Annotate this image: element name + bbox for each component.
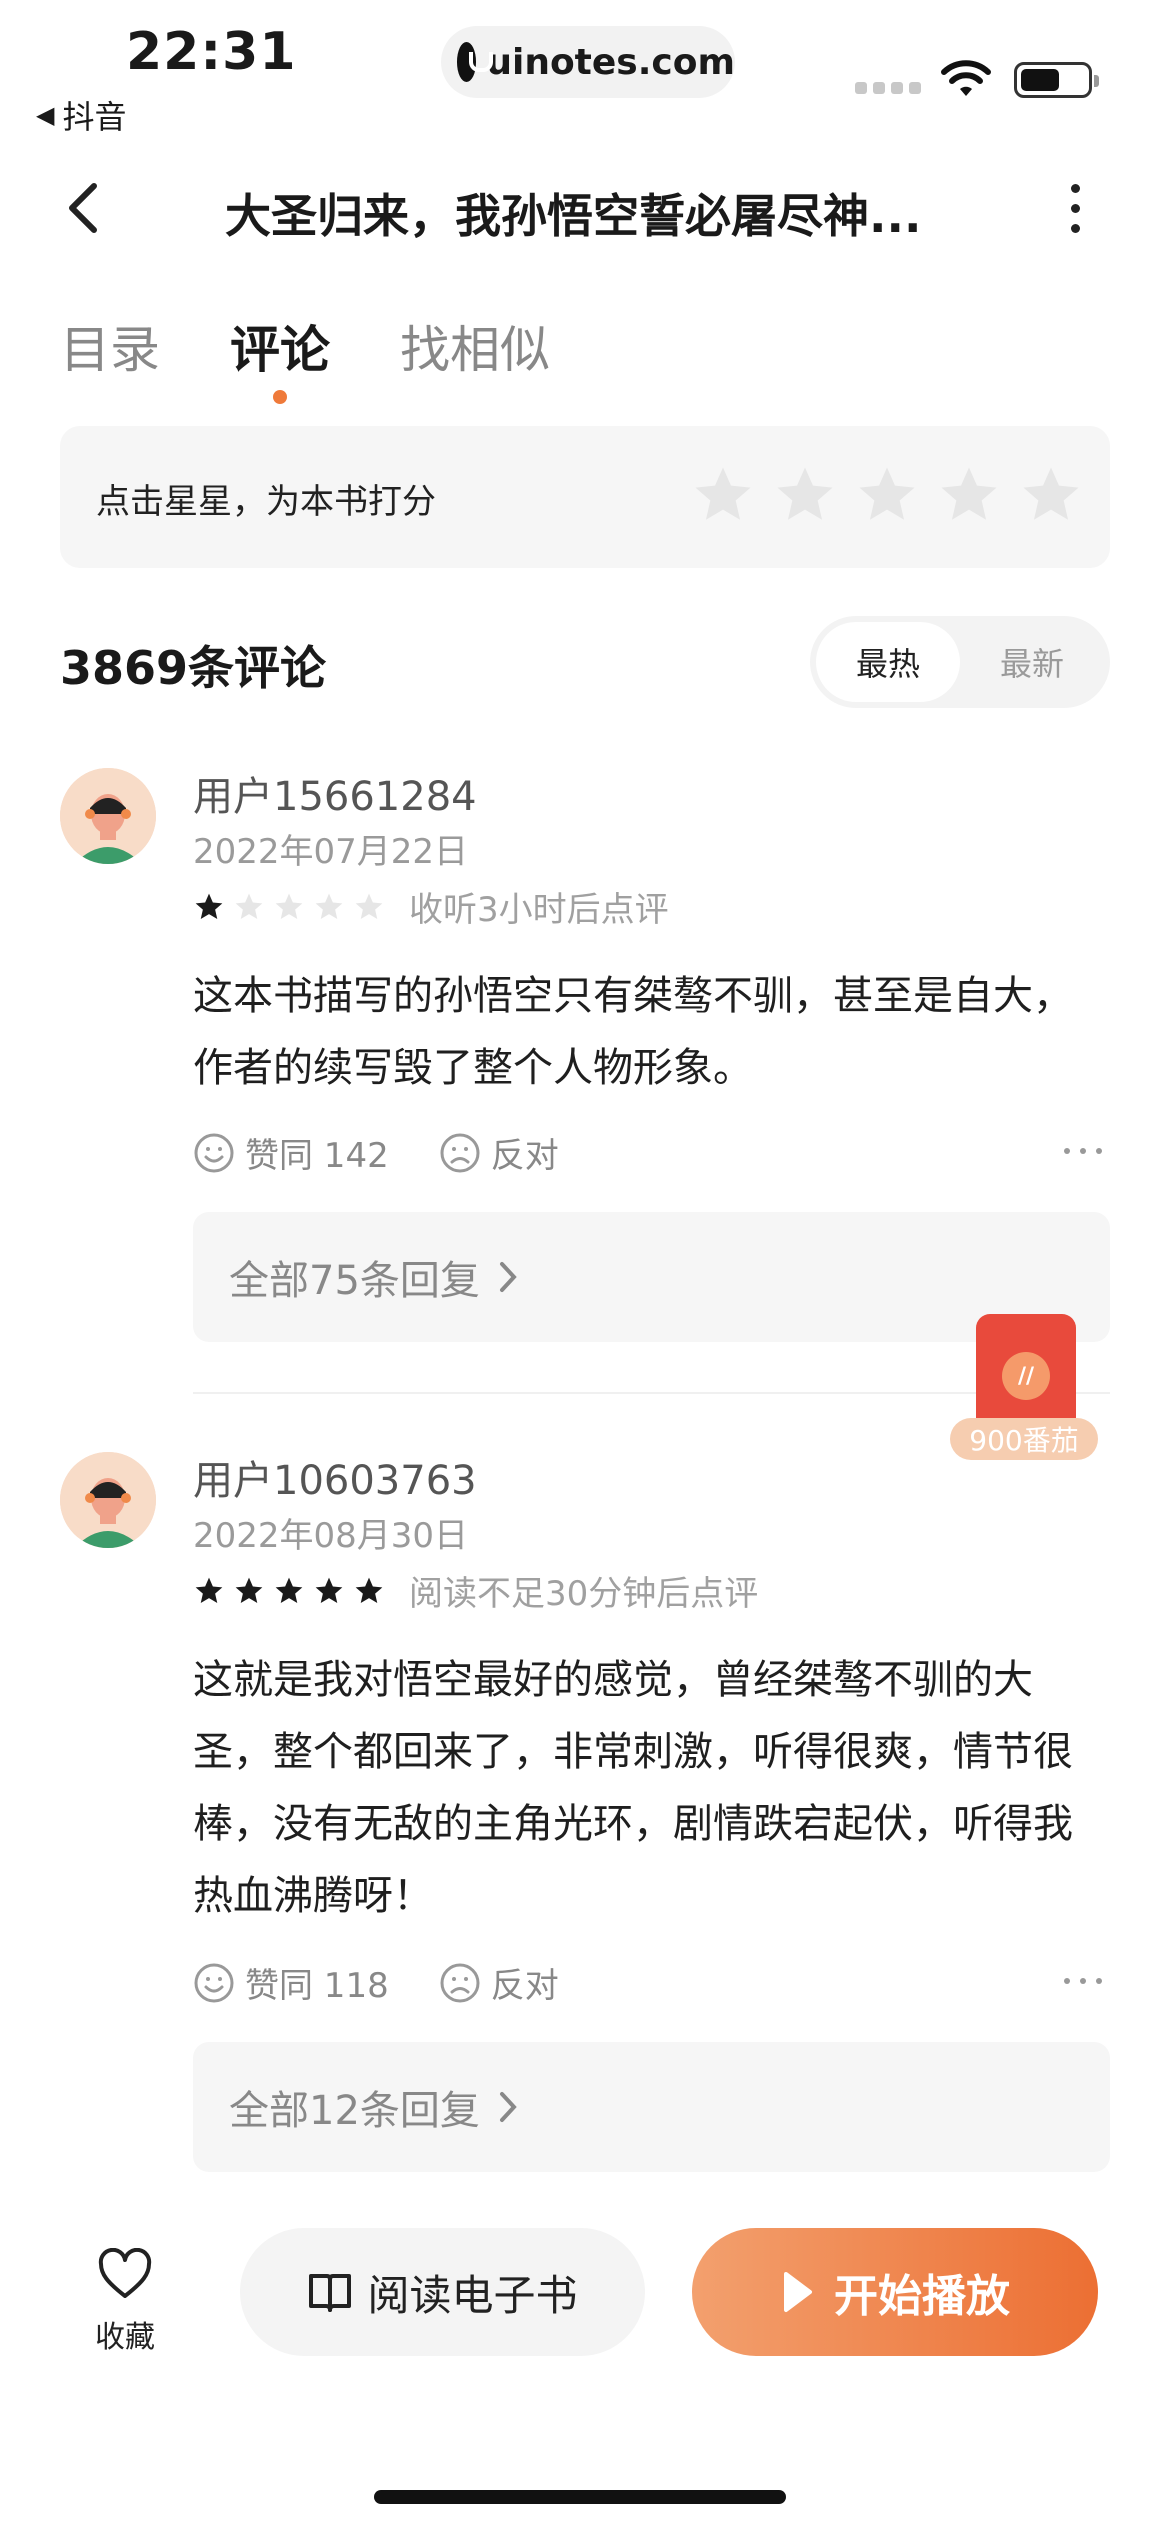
star-filled-icon bbox=[195, 893, 223, 919]
back-triangle-icon: ◀ bbox=[36, 101, 55, 129]
rating-note: 收听3小时后点评 bbox=[409, 890, 669, 930]
replies-label: 全部12条回复 bbox=[229, 2088, 480, 2134]
signal-icon bbox=[855, 82, 921, 94]
back-arrow-icon[interactable] bbox=[56, 178, 116, 238]
wifi-icon bbox=[941, 60, 991, 96]
dislike-button[interactable]: 反对 bbox=[439, 1128, 559, 1177]
favorite-button[interactable]: 收藏 bbox=[80, 2247, 170, 2356]
chevron-right-icon bbox=[499, 1262, 517, 1292]
comment-divider bbox=[193, 1392, 1110, 1394]
sort-toggle: 最热 最新 bbox=[810, 616, 1110, 708]
nav-header: 大圣归来，我孙悟空誓必屠尽神... bbox=[0, 160, 1170, 260]
star-empty-icon bbox=[275, 893, 303, 919]
comment-text: 这就是我对悟空最好的感觉，曾经桀骜不驯的大圣，整个都回来了，非常刺激，听得很爽，… bbox=[193, 1657, 1073, 1919]
heart-icon bbox=[98, 2247, 152, 2298]
tomato-coin-icon: // bbox=[1002, 1352, 1050, 1400]
like-button[interactable]: 赞同 118 bbox=[193, 1958, 389, 2007]
comment-actions: 赞同 118 反对 bbox=[193, 1958, 609, 2007]
star-empty-icon bbox=[355, 893, 383, 919]
star-icon[interactable] bbox=[936, 462, 1002, 528]
comment-text: 这本书描写的孙悟空只有桀骜不驯，甚至是自大，作者的续写毁了整个人物形象。 bbox=[193, 973, 1073, 1091]
url-text: uinotes.com bbox=[486, 41, 735, 83]
star-filled-icon bbox=[355, 1577, 383, 1603]
rating-note: 阅读不足30分钟后点评 bbox=[409, 1574, 759, 1614]
back-app-label: 抖音 bbox=[62, 98, 127, 136]
star-icon[interactable] bbox=[854, 462, 920, 528]
dislike-button[interactable]: 反对 bbox=[439, 1958, 559, 2007]
tab-similar[interactable]: 找相似 bbox=[400, 310, 550, 382]
battery-icon bbox=[1014, 62, 1099, 98]
play-icon bbox=[784, 2272, 812, 2312]
start-playing-button[interactable]: 开始播放 bbox=[692, 2228, 1098, 2356]
back-to-app-link[interactable]: ◀ 抖音 bbox=[36, 92, 126, 138]
dislike-label: 反对 bbox=[490, 1136, 559, 1176]
comment-more-icon[interactable] bbox=[1064, 1978, 1102, 1984]
comment-username[interactable]: 用户10603763 bbox=[193, 1448, 477, 1506]
read-ebook-button[interactable]: 阅读电子书 bbox=[240, 2228, 645, 2356]
avatar[interactable] bbox=[60, 768, 156, 864]
comment-rating: 收听3小时后点评 bbox=[193, 882, 669, 931]
rating-prompt-label: 点击星星，为本书打分 bbox=[96, 482, 436, 522]
like-label: 赞同 142 bbox=[245, 1136, 389, 1176]
chevron-right-icon bbox=[499, 2092, 517, 2122]
book-icon bbox=[309, 2274, 352, 2312]
star-empty-icon bbox=[315, 893, 343, 919]
avatar[interactable] bbox=[60, 1452, 156, 1548]
star-empty-icon bbox=[235, 893, 263, 919]
frown-icon bbox=[440, 1133, 480, 1172]
home-indicator[interactable] bbox=[374, 2490, 786, 2504]
star-icon[interactable] bbox=[1018, 462, 1084, 528]
star-filled-icon bbox=[235, 1577, 263, 1603]
star-icon[interactable] bbox=[690, 462, 756, 528]
favorite-label: 收藏 bbox=[95, 2320, 155, 2355]
start-playing-label: 开始播放 bbox=[834, 2271, 1010, 2322]
replies-button[interactable]: 全部75条回复 bbox=[193, 1212, 1110, 1342]
replies-label: 全部75条回复 bbox=[229, 1258, 480, 1304]
rating-stars bbox=[690, 462, 1084, 528]
star-icon[interactable] bbox=[772, 462, 838, 528]
comment-username[interactable]: 用户15661284 bbox=[193, 764, 477, 822]
site-logo-icon bbox=[457, 42, 494, 82]
comment-rating: 阅读不足30分钟后点评 bbox=[193, 1566, 758, 1615]
comment-more-icon[interactable] bbox=[1064, 1148, 1102, 1154]
tab-contents[interactable]: 目录 bbox=[60, 310, 160, 382]
replies-button[interactable]: 全部12条回复 bbox=[193, 2042, 1110, 2172]
dislike-label: 反对 bbox=[490, 1966, 559, 2006]
like-label: 赞同 118 bbox=[245, 1966, 389, 2006]
status-time: 22:31 bbox=[126, 22, 297, 82]
reward-label: 900番茄 bbox=[950, 1418, 1098, 1460]
star-filled-icon bbox=[275, 1577, 303, 1603]
smile-icon bbox=[194, 1963, 234, 2002]
star-filled-icon bbox=[195, 1577, 223, 1603]
url-pill[interactable]: uinotes.com bbox=[441, 26, 735, 98]
comment-count: 3869条评论 bbox=[60, 641, 327, 695]
book-title: 大圣归来，我孙悟空誓必屠尽神... bbox=[225, 189, 922, 243]
comment-date: 2022年08月30日 bbox=[193, 1516, 469, 1556]
star-filled-icon bbox=[315, 1577, 343, 1603]
sort-hot-button[interactable]: 最热 bbox=[816, 622, 960, 702]
tab-comments[interactable]: 评论 bbox=[230, 310, 330, 404]
read-ebook-label: 阅读电子书 bbox=[367, 2270, 578, 2320]
like-button[interactable]: 赞同 142 bbox=[193, 1128, 389, 1177]
sort-new-button[interactable]: 最新 bbox=[960, 622, 1104, 702]
comment-actions: 赞同 142 反对 bbox=[193, 1128, 609, 1177]
frown-icon bbox=[440, 1963, 480, 2002]
smile-icon bbox=[194, 1133, 234, 1172]
comment-date: 2022年07月22日 bbox=[193, 832, 469, 872]
status-bar: 22:31 ◀ 抖音 uinotes.com bbox=[0, 0, 1170, 140]
tab-bar: 目录 评论 找相似 bbox=[60, 310, 550, 404]
rating-prompt: 点击星星，为本书打分 bbox=[60, 426, 1110, 568]
more-options-icon[interactable] bbox=[1060, 178, 1090, 238]
